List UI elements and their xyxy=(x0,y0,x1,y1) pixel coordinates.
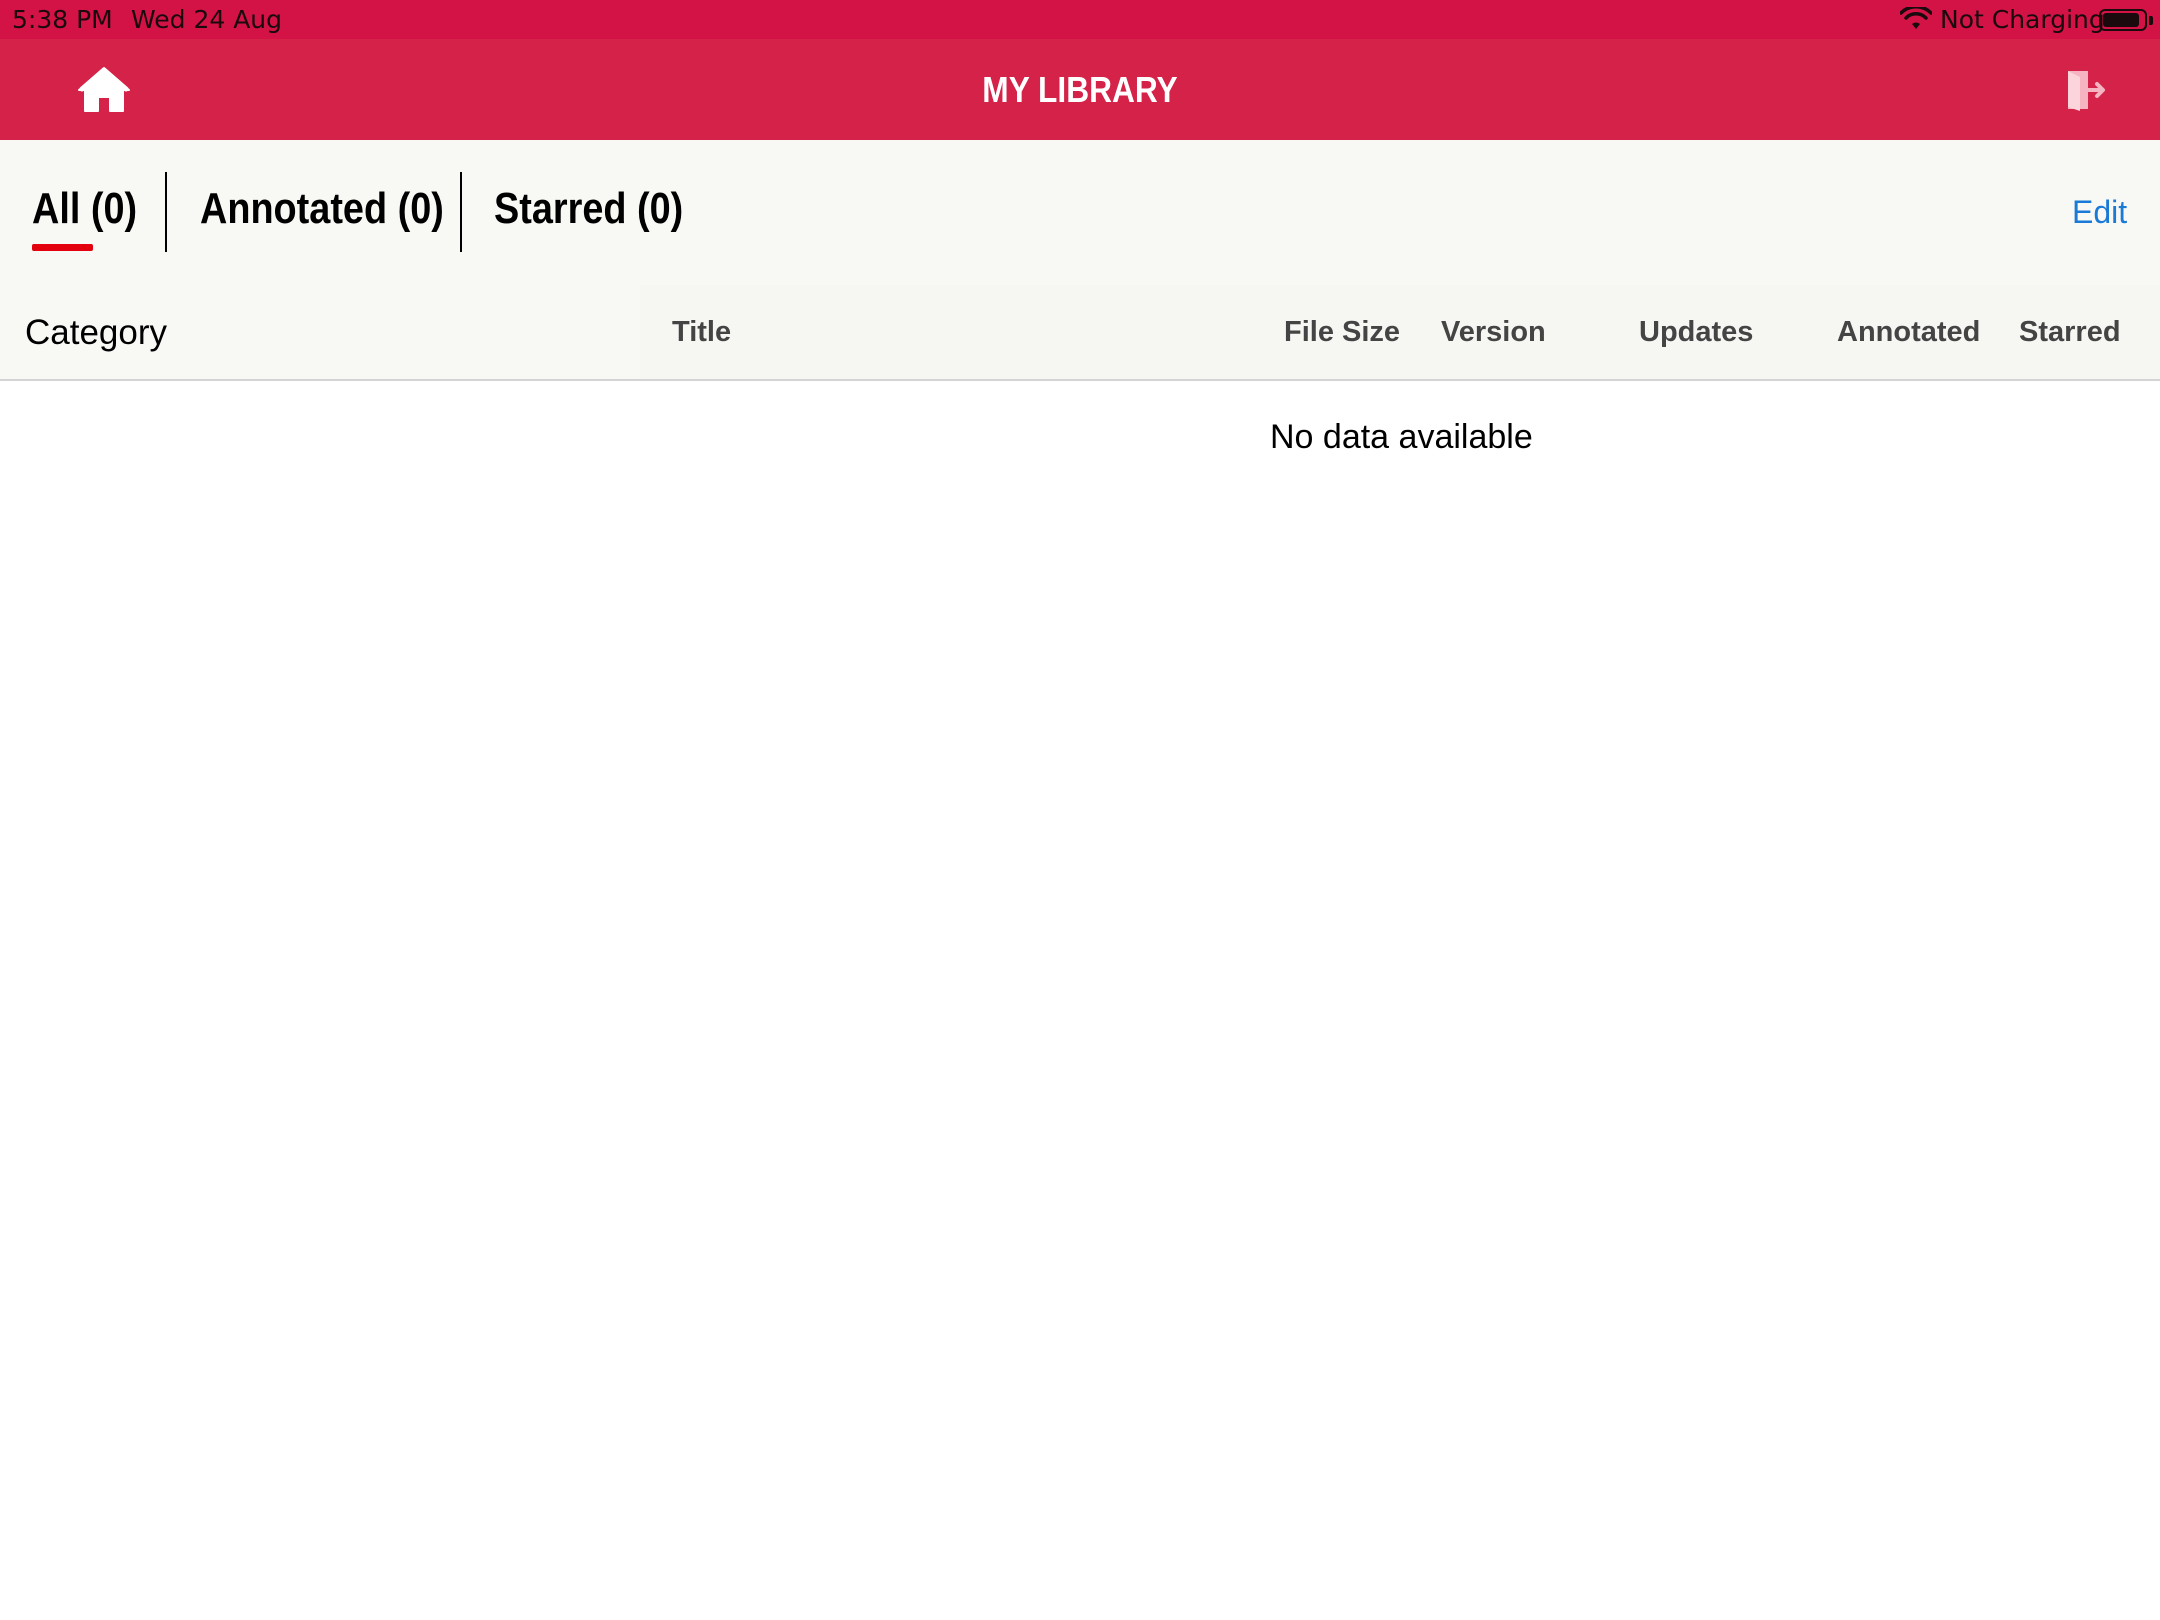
status-date: Wed 24 Aug xyxy=(131,5,283,34)
category-header: Category xyxy=(0,285,640,381)
app-header: MY LIBRARY xyxy=(0,39,2160,140)
column-title[interactable]: Title xyxy=(672,316,731,349)
active-tab-indicator xyxy=(32,244,93,251)
status-time: 5:38 PM xyxy=(12,5,113,34)
column-file-size[interactable]: File Size xyxy=(1284,316,1400,349)
wifi-icon xyxy=(1900,7,1932,29)
column-version[interactable]: Version xyxy=(1441,316,1546,349)
battery-nub xyxy=(2149,16,2153,25)
logout-icon[interactable] xyxy=(2066,69,2106,111)
tab-divider xyxy=(460,172,462,252)
home-icon[interactable] xyxy=(76,65,132,115)
battery-icon xyxy=(2099,9,2147,31)
empty-state-message: No data available xyxy=(1270,418,1533,456)
tab-all[interactable]: All (0) xyxy=(32,184,137,234)
tab-divider xyxy=(165,172,167,252)
page-title: MY LIBRARY xyxy=(982,69,1178,110)
column-updates[interactable]: Updates xyxy=(1639,316,1753,349)
tab-bar: All (0) Annotated (0) Starred (0) Edit xyxy=(0,140,2160,285)
tab-starred[interactable]: Starred (0) xyxy=(494,184,683,234)
column-starred[interactable]: Starred xyxy=(2019,316,2121,349)
tab-annotated[interactable]: Annotated (0) xyxy=(200,184,444,234)
table-header: Title File Size Version Updates Annotate… xyxy=(640,285,2160,381)
charging-status: Not Charging xyxy=(1940,5,2105,34)
column-annotated[interactable]: Annotated xyxy=(1837,316,1980,349)
status-bar: 5:38 PM Wed 24 Aug Not Charging xyxy=(0,0,2160,39)
edit-button[interactable]: Edit xyxy=(2072,194,2127,231)
category-label: Category xyxy=(25,313,168,352)
